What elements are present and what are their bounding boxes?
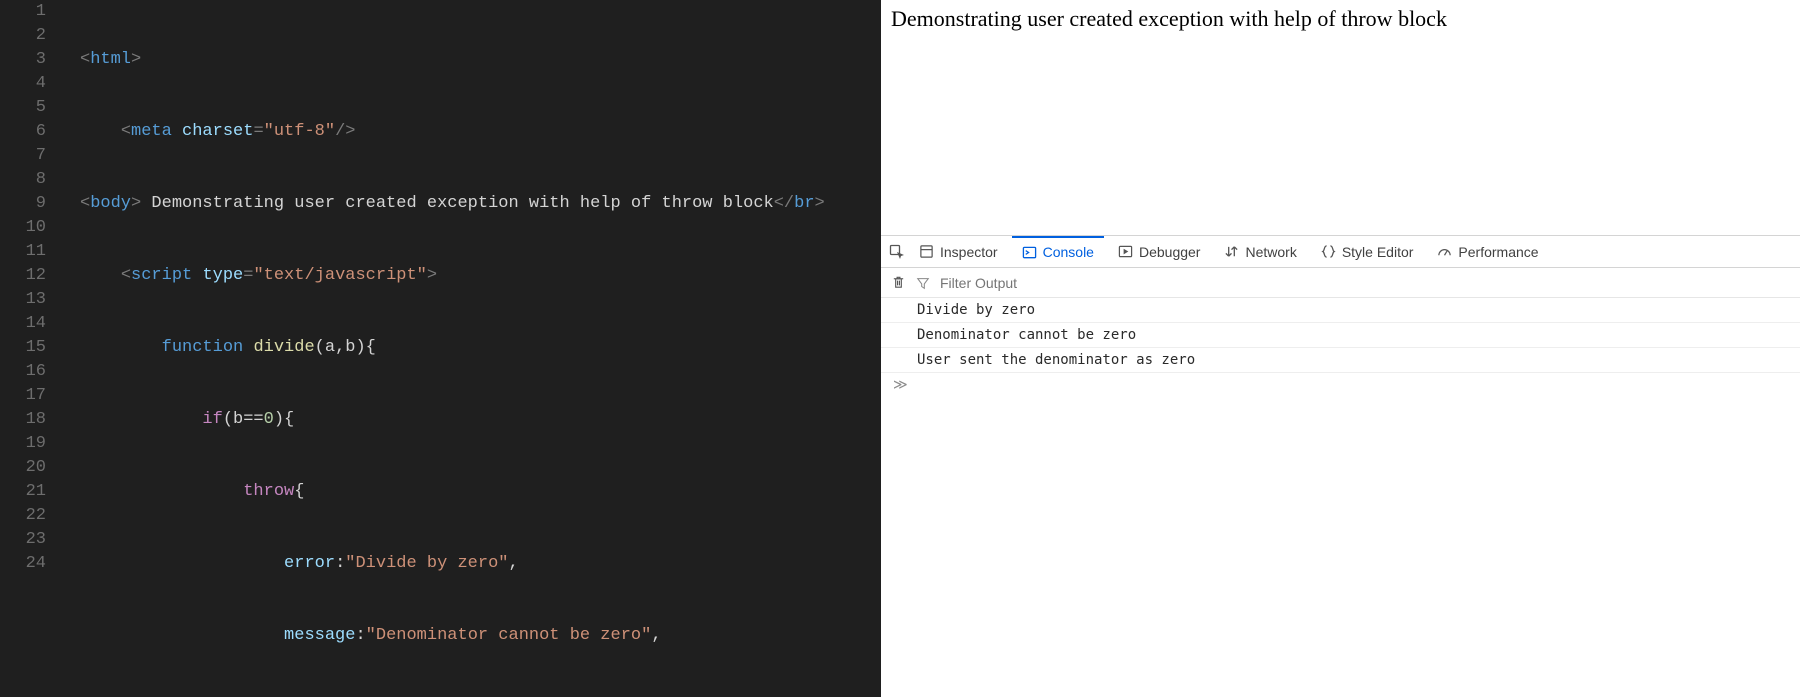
trash-icon[interactable] [891,275,906,290]
line-number: 2 [0,24,62,48]
tab-label: Console [1043,244,1094,260]
line-number: 20 [0,456,62,480]
line-number: 13 [0,288,62,312]
console-output: Divide by zero Denominator cannot be zer… [881,298,1800,373]
line-number-gutter: 123456789101112131415161718192021222324 [0,0,62,697]
console-prompt[interactable]: ≫ [881,373,1800,397]
line-number: 21 [0,480,62,504]
line-number: 19 [0,432,62,456]
line-number: 15 [0,336,62,360]
browser-pane: Demonstrating user created exception wit… [881,0,1800,697]
rendered-page: Demonstrating user created exception wit… [881,0,1800,235]
debugger-icon [1118,244,1133,259]
inspector-icon [919,244,934,259]
devtools-panel: Inspector Console Debugger Network Style… [881,235,1800,397]
code-line: function divide(a,b){ [62,336,881,360]
network-icon [1224,244,1239,259]
tab-debugger[interactable]: Debugger [1108,236,1211,267]
tab-label: Network [1245,244,1296,260]
style-editor-icon [1321,244,1336,259]
page-body-text: Demonstrating user created exception wit… [891,6,1447,31]
line-number: 16 [0,360,62,384]
console-filter-input[interactable] [940,275,1790,291]
tab-console[interactable]: Console [1012,236,1104,267]
console-row: User sent the denominator as zero [881,348,1800,373]
code-line: <body> Demonstrating user created except… [62,192,881,216]
line-number: 10 [0,216,62,240]
tab-label: Debugger [1139,244,1201,260]
line-number: 5 [0,96,62,120]
tab-performance[interactable]: Performance [1427,236,1548,267]
console-row: Divide by zero [881,298,1800,323]
line-number: 24 [0,552,62,576]
line-number: 11 [0,240,62,264]
line-number: 23 [0,528,62,552]
code-editor[interactable]: 123456789101112131415161718192021222324 … [0,0,881,697]
filter-icon [916,276,930,290]
line-number: 17 [0,384,62,408]
code-line: error:"Divide by zero", [62,552,881,576]
code-line: message:"Denominator cannot be zero", [62,624,881,648]
line-number: 22 [0,504,62,528]
code-area[interactable]: <html> <meta charset="utf-8"/> <body> De… [62,0,881,697]
line-number: 1 [0,0,62,24]
line-number: 7 [0,144,62,168]
tab-style-editor[interactable]: Style Editor [1311,236,1424,267]
code-line: if(b==0){ [62,408,881,432]
performance-icon [1437,244,1452,259]
line-number: 14 [0,312,62,336]
line-number: 6 [0,120,62,144]
tab-label: Inspector [940,244,998,260]
line-number: 8 [0,168,62,192]
line-number: 3 [0,48,62,72]
line-number: 4 [0,72,62,96]
tab-inspector[interactable]: Inspector [909,236,1008,267]
code-line: <html> [62,48,881,72]
devtools-tabbar: Inspector Console Debugger Network Style… [881,236,1800,268]
code-line: throw{ [62,480,881,504]
console-row: Denominator cannot be zero [881,323,1800,348]
pick-element-icon[interactable] [889,244,905,260]
line-number: 18 [0,408,62,432]
console-icon [1022,245,1037,260]
tab-label: Style Editor [1342,244,1414,260]
line-number: 12 [0,264,62,288]
console-toolbar [881,268,1800,298]
line-number: 9 [0,192,62,216]
tab-network[interactable]: Network [1214,236,1306,267]
code-line: <script type="text/javascript"> [62,264,881,288]
code-line: <meta charset="utf-8"/> [62,120,881,144]
tab-label: Performance [1458,244,1538,260]
